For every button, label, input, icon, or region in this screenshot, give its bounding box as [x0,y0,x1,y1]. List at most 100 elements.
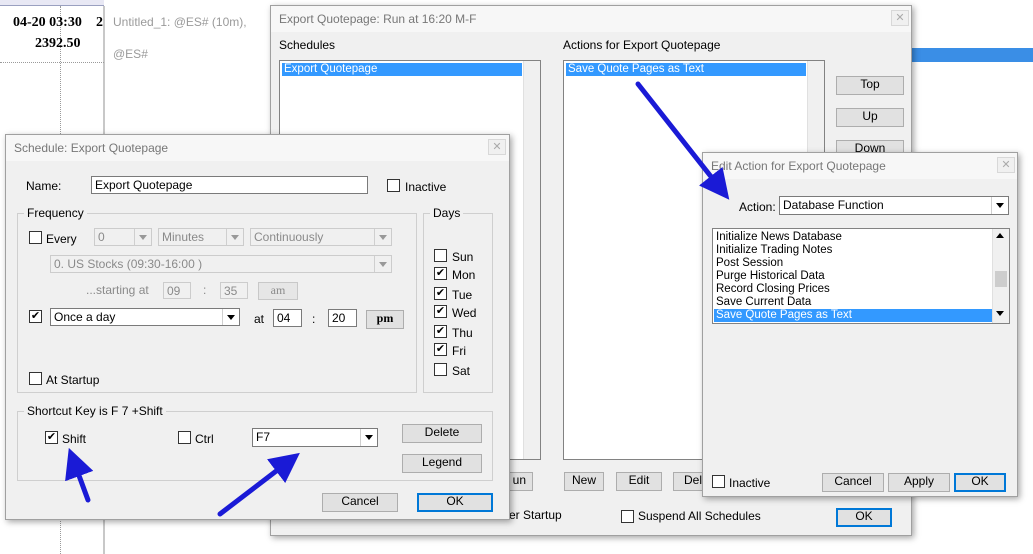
start-colon: : [203,283,207,297]
day-label-thu: Thu [452,326,473,340]
starting-at-label: ...starting at [86,283,149,297]
scroll-down-icon[interactable] [996,311,1004,316]
day-checkbox-mon[interactable]: ✔ [434,267,447,280]
start-ampm-button[interactable]: am [258,282,298,300]
background-accent-bar [910,48,1033,62]
at-colon: : [312,312,316,326]
at-ampm-button[interactable]: pm [366,310,404,329]
schedules-scrollbar[interactable] [523,61,540,459]
start-hour-input[interactable]: 09 [163,282,191,299]
schedule-ok-button[interactable]: OK [417,493,493,512]
edit-button[interactable]: Edit [616,472,662,491]
day-label-sat: Sat [452,364,471,378]
day-checkbox-wed[interactable]: ✔ [434,305,447,318]
every-mode-select[interactable]: Continuously [250,228,392,246]
scroll-up-icon[interactable] [996,233,1004,238]
every-unit-value: Minutes [162,230,205,244]
day-checkbox-fri[interactable]: ✔ [434,343,447,356]
function-item[interactable]: Purge Historical Data [714,270,992,283]
day-checkbox-thu[interactable]: ✔ [434,325,447,338]
delete-shortcut-button[interactable]: Delete [402,424,482,443]
up-button[interactable]: Up [836,108,904,127]
function-item[interactable]: Record Closing Prices [714,283,992,296]
action-inactive-checkbox[interactable] [712,475,725,488]
ctrl-checkbox[interactable] [178,431,191,444]
chart-top-strip [0,0,104,6]
function-list-scrollbar[interactable] [992,229,1009,323]
function-list[interactable]: Initialize News Database Initialize Tradi… [712,228,1010,324]
day-label-sun: Sun [452,250,474,264]
at-label: at [254,312,265,326]
once-a-day-select[interactable]: Once a day [50,308,240,326]
action-ok-button[interactable]: OK [954,473,1006,492]
day-label-tue: Tue [452,288,473,302]
function-item[interactable]: Initialize News Database [714,231,992,244]
action-cancel-button[interactable]: Cancel [822,473,884,492]
actions-label: Actions for Export Quotepage [563,38,721,52]
once-a-day-value: Once a day [54,310,116,324]
day-checkbox-tue[interactable]: ✔ [434,287,447,300]
chart-datetime: 04-20 03:30 [13,15,82,30]
day-label-wed: Wed [452,306,477,320]
function-item[interactable]: Save Quote Pages as Text [714,309,992,322]
shortcut-group-title: Shortcut Key is F 7 +Shift [24,404,166,418]
every-unit-select[interactable]: Minutes [158,228,244,246]
new-button[interactable]: New [564,472,604,491]
export-close-button[interactable]: ✕ [891,10,909,26]
days-group-title: Days [430,206,464,220]
schedule-title: Schedule: Export Quotepage [6,135,509,161]
chevron-down-icon [222,309,239,325]
at-startup-label: At Startup [46,373,100,387]
at-startup-checkbox[interactable] [29,372,42,385]
chevron-down-icon [374,229,391,245]
function-item[interactable]: Post Session [714,257,992,270]
suspend-checkbox[interactable] [621,510,634,523]
day-checkbox-sun[interactable] [434,249,447,262]
chevron-down-icon [134,229,151,245]
export-ok-button[interactable]: OK [836,508,892,527]
name-input[interactable]: Export Quotepage [91,176,368,194]
days-group: Days Sun ✔ Mon ✔ Tue ✔ Wed ✔ Thu ✔ Fri Sat [423,206,493,393]
frequency-group: Frequency Every 0 Minutes Continuously 0… [17,206,417,393]
function-item[interactable]: Initialize Trading Notes [714,244,992,257]
action-select-value: Database Function [783,198,884,212]
key-select[interactable]: F7 [252,428,378,447]
schedule-cancel-button[interactable]: Cancel [322,493,398,512]
top-button[interactable]: Top [836,76,904,95]
apply-button[interactable]: Apply [888,473,950,492]
once-a-day-checkbox[interactable]: ✔ [29,310,42,323]
chevron-down-icon [226,229,243,245]
action-select[interactable]: Database Function [779,196,1009,215]
edit-action-close-button[interactable]: ✕ [997,157,1015,173]
legend-button[interactable]: Legend [402,454,482,473]
session-value: 0. US Stocks (09:30-16:00 ) [54,257,203,271]
every-mode-value: Continuously [254,230,324,244]
session-select[interactable]: 0. US Stocks (09:30-16:00 ) [50,255,392,273]
chart-datetime-extra: 2 [96,15,103,30]
at-minute-input[interactable]: 20 [328,309,357,327]
every-checkbox[interactable] [29,231,42,244]
shift-label: Shift [62,432,87,446]
schedule-inactive-checkbox[interactable] [387,179,400,192]
schedules-label: Schedules [279,38,336,52]
schedule-dialog[interactable]: Schedule: Export Quotepage ✕ Name: Expor… [5,134,510,520]
every-label: Every [46,232,77,246]
after-startup-label: er Startup [509,508,562,522]
untitled-title: Untitled_1: @ES# (10m), @ES# [105,6,274,61]
schedule-item[interactable]: Export Quotepage [282,63,522,76]
start-minute-input[interactable]: 35 [220,282,248,299]
function-item[interactable]: Save Current Data [714,296,992,309]
day-checkbox-sat[interactable] [434,363,447,376]
edit-action-dialog[interactable]: Edit Action for Export Quotepage ✕ Actio… [702,152,1018,497]
every-count-select[interactable]: 0 [94,228,152,246]
every-count-value: 0 [98,230,105,244]
export-title: Export Quotepage: Run at 16:20 M-F [271,6,911,32]
shortcut-group: Shortcut Key is F 7 +Shift ✔ Shift Ctrl … [17,404,493,481]
at-hour-input[interactable]: 04 [273,309,302,327]
frequency-group-title: Frequency [24,206,87,220]
action-item[interactable]: Save Quote Pages as Text [566,63,806,76]
day-label-fri: Fri [452,344,466,358]
scroll-thumb[interactable] [995,271,1007,287]
shift-checkbox[interactable]: ✔ [45,431,58,444]
schedule-close-button[interactable]: ✕ [488,139,506,155]
